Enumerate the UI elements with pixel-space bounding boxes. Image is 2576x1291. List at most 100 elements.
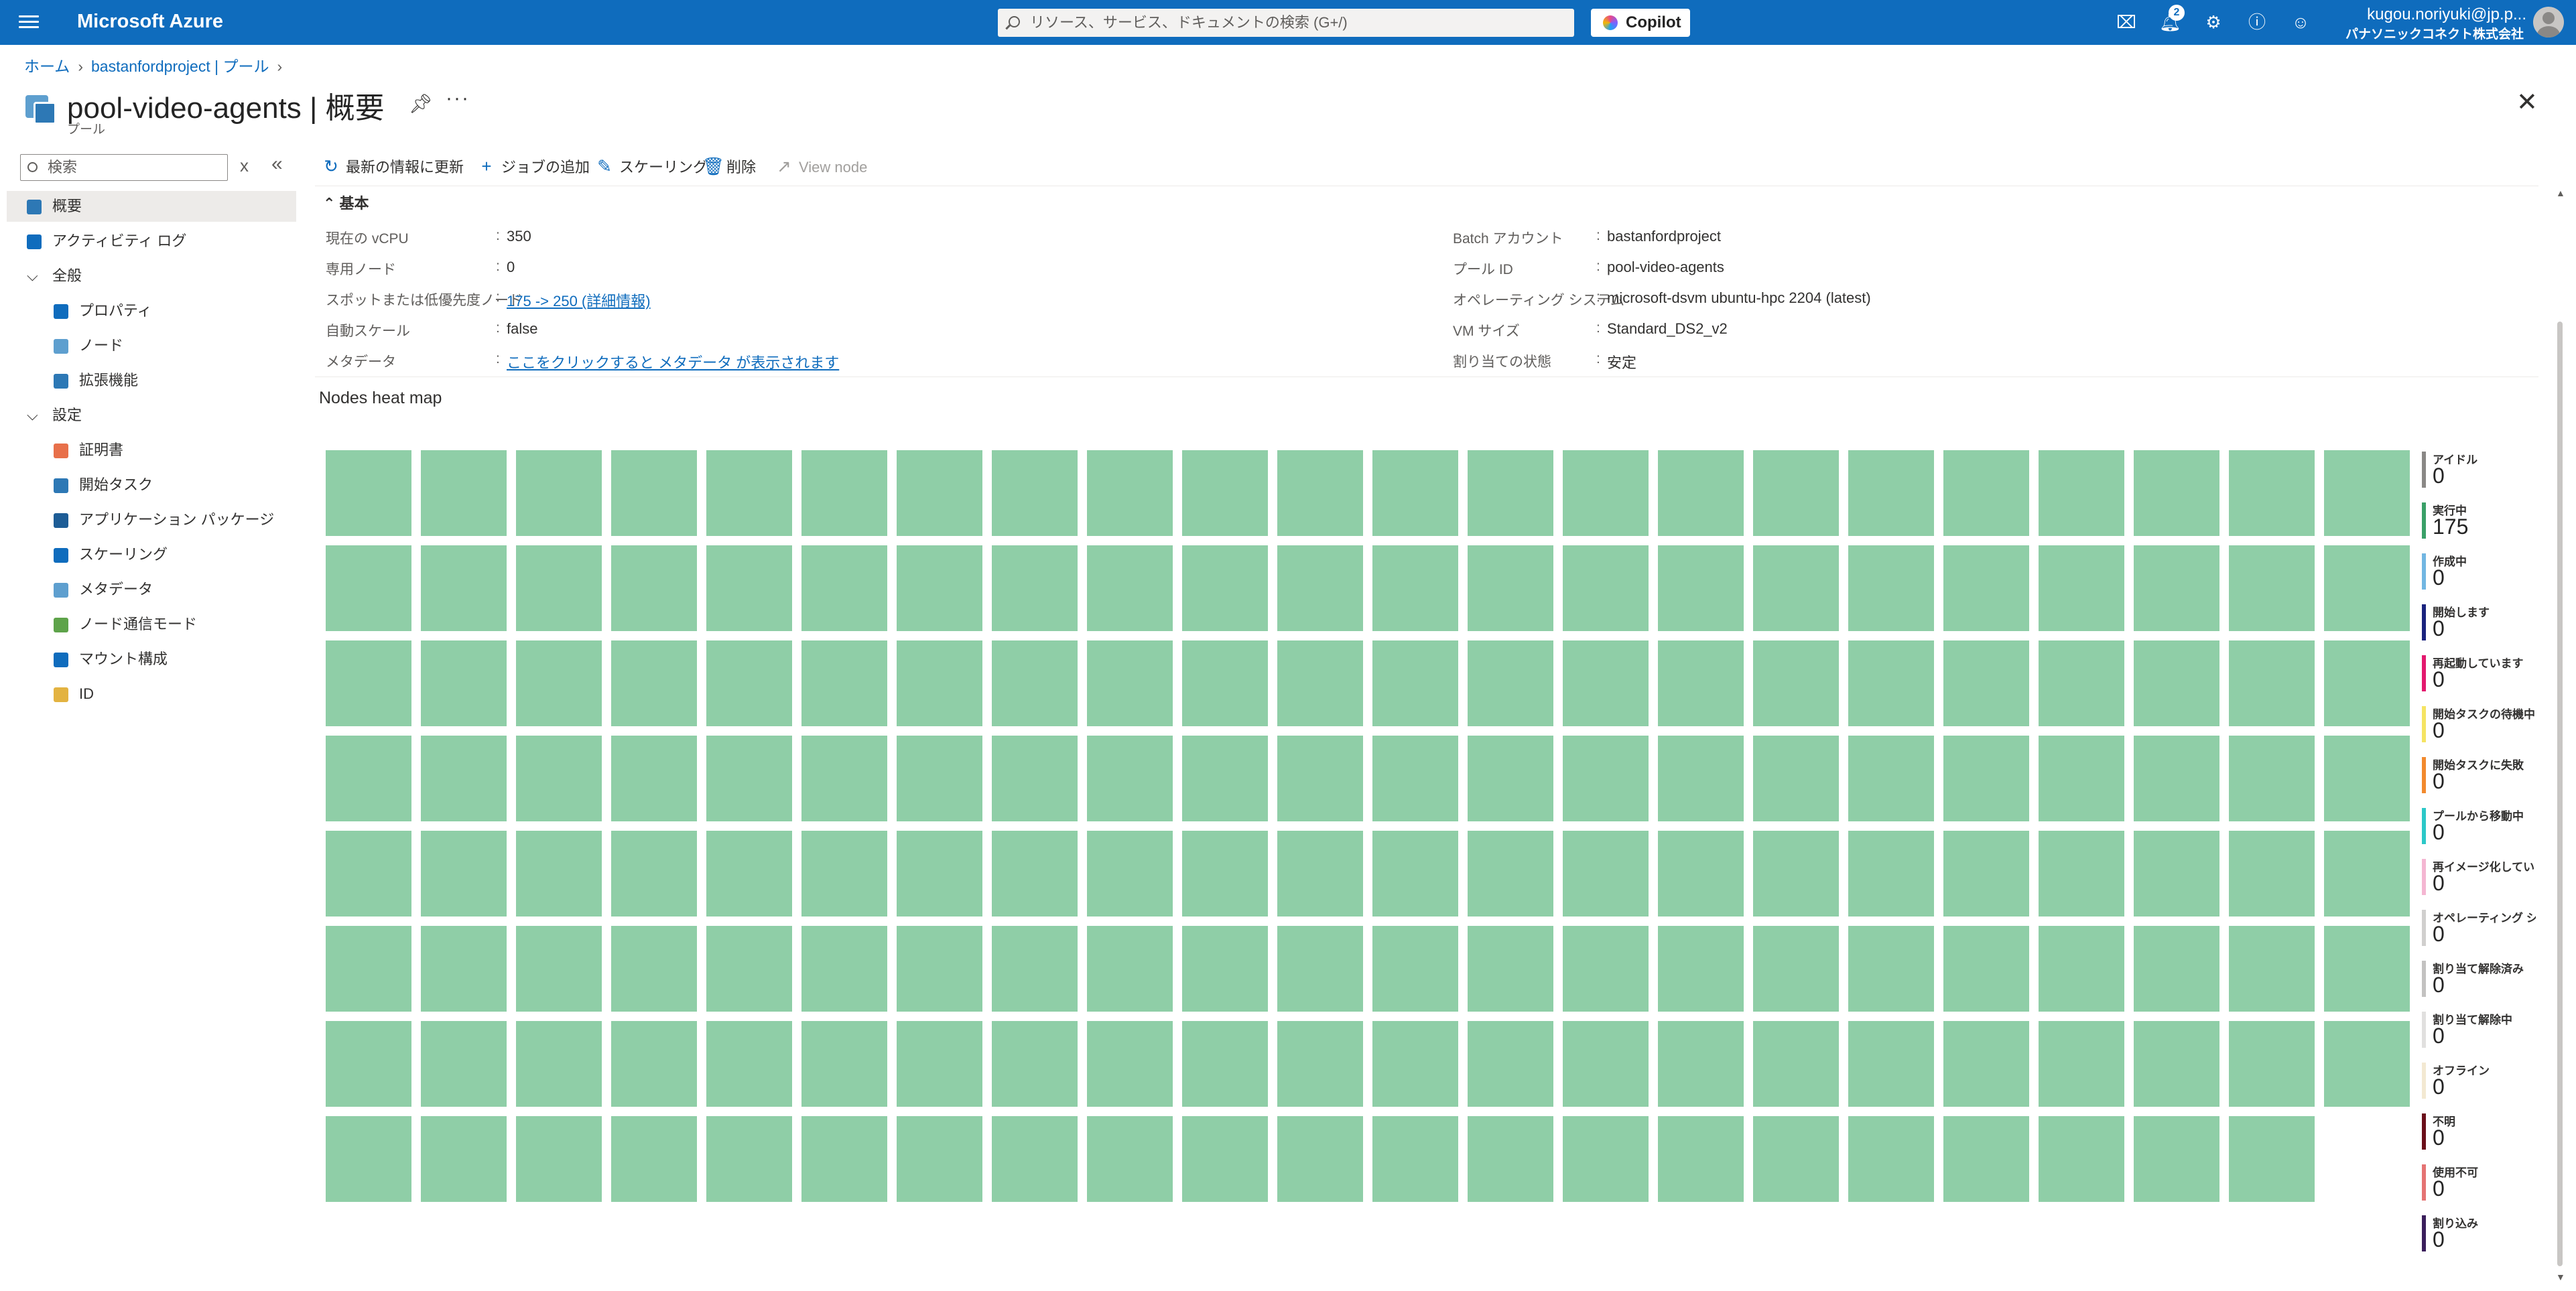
hamburger-menu-icon[interactable]	[19, 12, 39, 32]
breadcrumb-pool-list[interactable]: bastanfordproject | プール	[91, 58, 269, 75]
add-job-button[interactable]: + ジョブの追加	[477, 153, 590, 180]
heatmap-node-cell[interactable]	[421, 736, 507, 821]
heatmap-node-cell[interactable]	[1277, 1116, 1363, 1202]
heatmap-node-cell[interactable]	[706, 450, 792, 536]
heatmap-node-cell[interactable]	[611, 1116, 697, 1202]
heatmap-node-cell[interactable]	[1658, 1021, 1744, 1107]
heatmap-node-cell[interactable]	[1563, 640, 1649, 726]
heatmap-node-cell[interactable]	[2324, 831, 2410, 916]
legend-item[interactable]: 開始します 0	[2422, 603, 2536, 643]
pin-icon[interactable]: 📌︎	[409, 92, 433, 115]
heatmap-node-cell[interactable]	[2134, 736, 2219, 821]
heatmap-node-cell[interactable]	[1753, 1021, 1839, 1107]
heatmap-node-cell[interactable]	[2324, 1021, 2410, 1107]
nav-item-scaling[interactable]: スケーリング	[7, 539, 296, 570]
heatmap-node-cell[interactable]	[1372, 640, 1458, 726]
heatmap-node-cell[interactable]	[421, 926, 507, 1012]
heatmap-node-cell[interactable]	[1182, 736, 1268, 821]
account-directory[interactable]: パナソニックコネクト株式会社 現...	[2345, 24, 2526, 42]
heatmap-node-cell[interactable]	[2039, 1021, 2124, 1107]
nav-item-properties[interactable]: プロパティ	[7, 295, 296, 326]
heatmap-node-cell[interactable]	[801, 640, 887, 726]
scrollbar-thumb[interactable]	[2557, 322, 2563, 1266]
heatmap-node-cell[interactable]	[516, 736, 602, 821]
heatmap-node-cell[interactable]	[516, 545, 602, 631]
heatmap-node-cell[interactable]	[516, 450, 602, 536]
heatmap-node-cell[interactable]	[1658, 450, 1744, 536]
heatmap-node-cell[interactable]	[1848, 1116, 1934, 1202]
heatmap-node-cell[interactable]	[2229, 926, 2315, 1012]
heatmap-node-cell[interactable]	[1848, 1021, 1934, 1107]
heatmap-node-cell[interactable]	[1563, 831, 1649, 916]
heatmap-node-cell[interactable]	[516, 640, 602, 726]
heatmap-node-cell[interactable]	[1848, 926, 1934, 1012]
delete-button[interactable]: 🗑︎ 削除	[702, 153, 756, 180]
heatmap-node-cell[interactable]	[1468, 926, 1553, 1012]
heatmap-node-cell[interactable]	[1182, 1116, 1268, 1202]
heatmap-node-cell[interactable]	[2134, 1021, 2219, 1107]
essentials-value-link[interactable]: ここをクリックすると メタデータ が表示されます	[507, 351, 839, 372]
heatmap-node-cell[interactable]	[706, 736, 792, 821]
heatmap-node-cell[interactable]	[1943, 545, 2029, 631]
heatmap-node-cell[interactable]	[2229, 736, 2315, 821]
heatmap-node-cell[interactable]	[706, 1021, 792, 1107]
legend-item[interactable]: 割り込み 0	[2422, 1214, 2536, 1254]
heatmap-node-cell[interactable]	[2229, 1116, 2315, 1202]
heatmap-node-cell[interactable]	[706, 831, 792, 916]
heatmap-node-cell[interactable]	[1087, 640, 1173, 726]
legend-item[interactable]: 使用不可 0	[2422, 1163, 2536, 1203]
nav-item-activity-log[interactable]: アクティビティ ログ	[7, 226, 296, 257]
heatmap-node-cell[interactable]	[1372, 450, 1458, 536]
copilot-button[interactable]: Copilot	[1591, 9, 1690, 37]
heatmap-node-cell[interactable]	[1943, 926, 2029, 1012]
global-search-input[interactable]: リソース、サービス、ドキュメントの検索 (G+/)	[998, 9, 1574, 37]
heatmap-node-cell[interactable]	[1087, 1021, 1173, 1107]
heatmap-node-cell[interactable]	[801, 1116, 887, 1202]
scroll-up-icon[interactable]: ▲	[2556, 188, 2565, 198]
heatmap-node-cell[interactable]	[706, 926, 792, 1012]
heatmap-node-cell[interactable]	[1468, 640, 1553, 726]
heatmap-node-cell[interactable]	[2039, 831, 2124, 916]
heatmap-node-cell[interactable]	[2229, 450, 2315, 536]
heatmap-node-cell[interactable]	[2229, 545, 2315, 631]
heatmap-node-cell[interactable]	[1563, 545, 1649, 631]
heatmap-node-cell[interactable]	[326, 640, 411, 726]
heatmap-node-cell[interactable]	[1277, 736, 1363, 821]
heatmap-node-cell[interactable]	[326, 545, 411, 631]
heatmap-node-cell[interactable]	[2039, 450, 2124, 536]
legend-item[interactable]: オフライン 0	[2422, 1061, 2536, 1101]
heatmap-node-cell[interactable]	[1182, 831, 1268, 916]
heatmap-node-cell[interactable]	[326, 831, 411, 916]
heatmap-node-cell[interactable]	[611, 736, 697, 821]
heatmap-node-cell[interactable]	[1563, 736, 1649, 821]
heatmap-node-cell[interactable]	[1943, 736, 2029, 821]
nav-item-extensions[interactable]: 拡張機能	[7, 365, 296, 396]
heatmap-node-cell[interactable]	[1943, 831, 2029, 916]
nav-item-metadata[interactable]: メタデータ	[7, 574, 296, 605]
heatmap-node-cell[interactable]	[1372, 926, 1458, 1012]
heatmap-node-cell[interactable]	[2324, 450, 2410, 536]
heatmap-node-cell[interactable]	[2324, 545, 2410, 631]
heatmap-node-cell[interactable]	[1563, 1116, 1649, 1202]
heatmap-node-cell[interactable]	[992, 1021, 1078, 1107]
essentials-value-link[interactable]: 175 -> 250 (詳細情報)	[507, 289, 651, 311]
heatmap-node-cell[interactable]	[421, 831, 507, 916]
heatmap-node-cell[interactable]	[326, 926, 411, 1012]
heatmap-node-cell[interactable]	[1182, 926, 1268, 1012]
heatmap-node-cell[interactable]	[1753, 640, 1839, 726]
heatmap-node-cell[interactable]	[1087, 545, 1173, 631]
heatmap-node-cell[interactable]	[1372, 545, 1458, 631]
heatmap-node-cell[interactable]	[1087, 450, 1173, 536]
heatmap-node-cell[interactable]	[611, 545, 697, 631]
legend-item[interactable]: オペレーティング システ0	[2422, 908, 2536, 949]
heatmap-node-cell[interactable]	[2134, 640, 2219, 726]
legend-item[interactable]: 不明 0	[2422, 1112, 2536, 1152]
heatmap-node-cell[interactable]	[2229, 831, 2315, 916]
heatmap-node-cell[interactable]	[421, 545, 507, 631]
heatmap-node-cell[interactable]	[2134, 926, 2219, 1012]
heatmap-node-cell[interactable]	[1753, 450, 1839, 536]
legend-item[interactable]: 割り当て解除済み 0	[2422, 959, 2536, 1000]
heatmap-node-cell[interactable]	[326, 736, 411, 821]
heatmap-node-cell[interactable]	[421, 1021, 507, 1107]
heatmap-node-cell[interactable]	[421, 640, 507, 726]
